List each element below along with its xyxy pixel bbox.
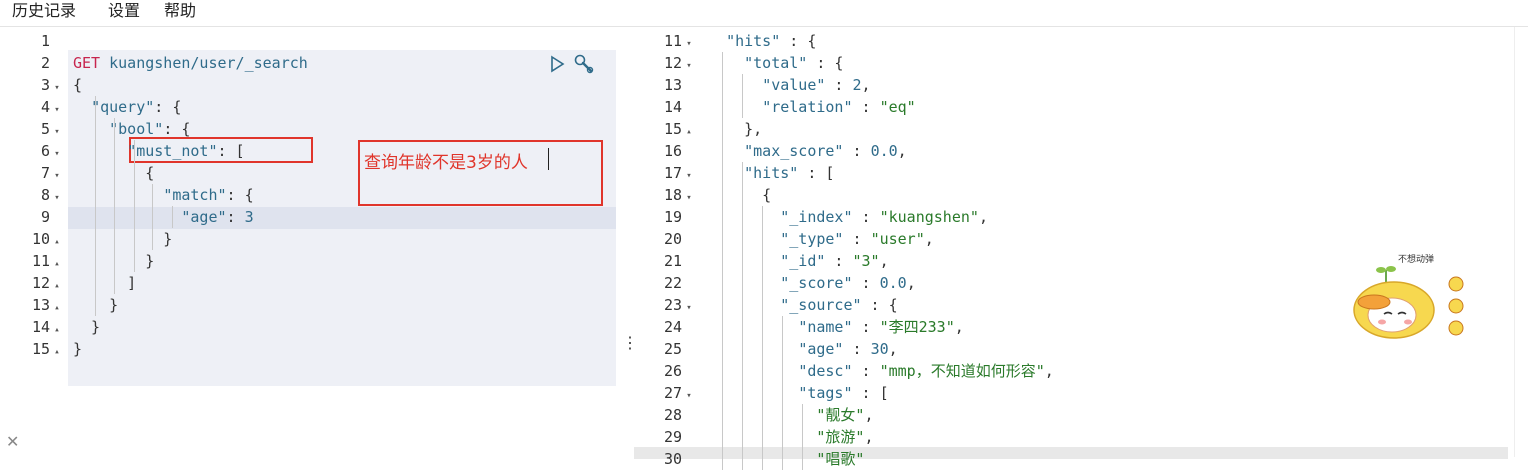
request-url: kuangshen/user/_search <box>109 54 308 72</box>
response-line[interactable]: "name" : "李四233", <box>708 316 963 338</box>
line-number: 1 <box>40 32 50 50</box>
duck-sticker: 不想动弹 <box>1346 252 1470 344</box>
response-line[interactable]: "age" : 30, <box>708 338 897 360</box>
menu-history[interactable]: 历史记录 <box>12 0 76 21</box>
response-line[interactable]: "_score" : 0.0, <box>708 272 915 294</box>
line-number: 19 <box>663 208 682 226</box>
indent-guide <box>172 206 173 228</box>
code-line[interactable]: } <box>73 316 100 338</box>
response-line[interactable]: "max_score" : 0.0, <box>708 140 907 162</box>
line-number: 29 <box>663 428 682 446</box>
menu-help[interactable]: 帮助 <box>164 0 196 21</box>
request-method: GET <box>73 54 101 72</box>
code-line[interactable]: "match": { <box>73 184 253 206</box>
response-line[interactable]: "靓女", <box>708 404 873 426</box>
response-line[interactable]: { <box>708 184 771 206</box>
response-line[interactable]: "relation" : "eq" <box>708 96 916 118</box>
code-line[interactable]: "must_not": [ <box>73 140 244 162</box>
close-icon[interactable]: ✕ <box>6 432 19 452</box>
response-line[interactable]: "total" : { <box>708 52 843 74</box>
code-line[interactable]: "query": { <box>73 96 181 118</box>
line-number: 22 <box>663 274 682 292</box>
response-line[interactable]: "value" : 2, <box>708 74 870 96</box>
line-number: 28 <box>663 406 682 424</box>
response-line[interactable]: "desc" : "mmp，不知道如何形容", <box>708 360 1053 382</box>
response-line[interactable]: "旅游", <box>708 426 873 448</box>
line-number: 11 ▴ <box>0 250 64 272</box>
code-line[interactable]: { <box>73 74 82 96</box>
line-number: 24 <box>663 318 682 336</box>
code-line[interactable]: "age": 3 <box>73 206 253 228</box>
annotation-text: 查询年龄不是3岁的人 <box>364 153 528 173</box>
code-line[interactable]: } <box>73 338 82 360</box>
code-line[interactable]: } <box>73 228 172 250</box>
response-line[interactable]: "tags" : [ <box>708 382 888 404</box>
line-number: 13 ▴ <box>0 294 64 316</box>
line-number: 30 <box>663 450 682 468</box>
line-number: 25 <box>663 340 682 358</box>
indent-guide <box>134 140 135 272</box>
indent-guide <box>742 162 743 470</box>
line-number: 27 ▾ <box>634 382 696 404</box>
indent-guide <box>762 206 763 470</box>
indent-guide <box>114 118 115 294</box>
text-caret <box>548 148 549 170</box>
response-line[interactable]: "_index" : "kuangshen", <box>708 206 988 228</box>
request-line[interactable]: GET kuangshen/user/_search <box>73 52 308 74</box>
indent-guide <box>802 404 803 470</box>
line-number: 14 ▴ <box>0 316 64 338</box>
line-number: 3 ▾ <box>0 74 64 96</box>
indent-guide <box>722 52 723 470</box>
pane-divider[interactable] <box>618 27 634 457</box>
code-line[interactable]: "bool": { <box>73 118 190 140</box>
line-number: 2 <box>40 54 50 72</box>
line-number: 21 <box>663 252 682 270</box>
response-line[interactable]: "_id" : "3", <box>708 250 888 272</box>
response-line[interactable]: "_source" : { <box>708 294 897 316</box>
duck-icon <box>1353 266 1464 339</box>
line-number: 13 <box>663 76 682 94</box>
request-gutter: 1 2 3 ▾ 4 ▾ 5 ▾ 6 ▾ 7 ▾ 8 ▾ 9 10 ▴ 11 ▴ 12 ▴ 13 ▴ 14 ▴ 15 ▴ <box>0 27 68 457</box>
fold-toggle-icon[interactable]: ▴ <box>50 341 64 363</box>
line-number: 12 ▴ <box>0 272 64 294</box>
line-number: 26 <box>663 362 682 380</box>
line-number: 17 ▾ <box>634 162 696 184</box>
line-number: 5 ▾ <box>0 118 64 140</box>
indent-guide <box>742 74 743 118</box>
line-number: 4 ▾ <box>0 96 64 118</box>
line-number: 6 ▾ <box>0 140 64 162</box>
line-number: 15 ▴ <box>0 338 64 360</box>
menu-settings[interactable]: 设置 <box>108 0 140 21</box>
menu-bar: 历史记录 设置 帮助 <box>0 0 1528 27</box>
line-number: 23 ▾ <box>634 294 696 316</box>
line-number: 10 ▴ <box>0 228 64 250</box>
response-line[interactable]: }, <box>708 118 762 140</box>
line-number: 12 ▾ <box>634 52 696 74</box>
code-line[interactable]: ] <box>73 272 136 294</box>
response-line[interactable]: "唱歌" <box>708 448 864 470</box>
line-number: 15 ▴ <box>634 118 696 140</box>
response-line[interactable]: "hits" : { <box>708 30 816 52</box>
line-number: 11 ▾ <box>634 30 696 52</box>
line-number: 20 <box>663 230 682 248</box>
indent-guide <box>95 96 96 316</box>
line-number: 9 <box>40 208 50 226</box>
line-number: 7 ▾ <box>0 162 64 184</box>
line-number: 16 <box>663 142 682 160</box>
vertical-scrollbar[interactable] <box>1514 27 1527 457</box>
indent-guide <box>152 184 153 250</box>
sticker-caption: 不想动弹 <box>1398 255 1435 265</box>
response-editor[interactable]: 11 ▾ 12 ▾ 13 14 15 ▴ 16 17 ▾ 18 ▾ 19 20 21 22 23 ▾ 24 25 26 27… <box>634 27 1528 470</box>
response-line[interactable]: "hits" : [ <box>708 162 834 184</box>
wrench-icon[interactable] <box>573 53 595 75</box>
line-number: 14 <box>663 98 682 116</box>
indent-guide <box>782 316 783 470</box>
play-icon[interactable] <box>548 55 566 73</box>
line-number: 18 ▾ <box>634 184 696 206</box>
line-number: 8 ▾ <box>0 184 64 206</box>
